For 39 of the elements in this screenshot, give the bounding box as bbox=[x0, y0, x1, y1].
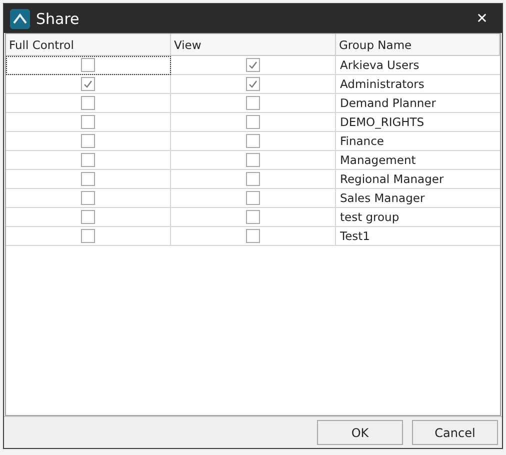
table-cell: Administrators bbox=[336, 75, 500, 94]
table-cell: Arkieva Users bbox=[336, 56, 500, 75]
column-header[interactable]: Group Name bbox=[336, 34, 500, 56]
checkbox[interactable] bbox=[246, 134, 260, 148]
checkbox[interactable] bbox=[81, 210, 95, 224]
checkbox[interactable] bbox=[246, 77, 260, 91]
checkbox[interactable] bbox=[81, 58, 95, 72]
window-title: Share bbox=[36, 10, 80, 28]
table-cell: Regional Manager bbox=[336, 170, 500, 189]
checkbox[interactable] bbox=[81, 115, 95, 129]
table-cell: Finance bbox=[336, 132, 500, 151]
checkbox[interactable] bbox=[246, 96, 260, 110]
checkbox[interactable] bbox=[246, 115, 260, 129]
table-cell: Management bbox=[336, 151, 500, 170]
checkbox[interactable] bbox=[81, 172, 95, 186]
checkbox[interactable] bbox=[246, 210, 260, 224]
checkbox[interactable] bbox=[246, 153, 260, 167]
column-header[interactable]: View bbox=[171, 34, 336, 56]
close-button[interactable]: ✕ bbox=[462, 4, 502, 33]
table-cell: DEMO_RIGHTS bbox=[336, 113, 500, 132]
checkbox[interactable] bbox=[246, 58, 260, 72]
checkbox[interactable] bbox=[246, 172, 260, 186]
checkbox[interactable] bbox=[81, 153, 95, 167]
table-cell: Demand Planner bbox=[336, 94, 500, 113]
cancel-button[interactable]: Cancel bbox=[412, 420, 498, 445]
checkbox[interactable] bbox=[81, 96, 95, 110]
checkbox[interactable] bbox=[81, 191, 95, 205]
check-icon bbox=[83, 79, 93, 89]
table-cell: test group bbox=[336, 208, 500, 227]
checkbox[interactable] bbox=[81, 134, 95, 148]
column-header[interactable]: Full Control bbox=[6, 34, 171, 56]
checkbox[interactable] bbox=[246, 191, 260, 205]
ok-button[interactable]: OK bbox=[317, 420, 403, 445]
checkbox[interactable] bbox=[246, 229, 260, 243]
table-cell: Test1 bbox=[336, 227, 500, 246]
checkbox[interactable] bbox=[81, 77, 95, 91]
table-cell: Sales Manager bbox=[336, 189, 500, 208]
app-logo-icon bbox=[10, 8, 30, 28]
checkbox[interactable] bbox=[81, 229, 95, 243]
